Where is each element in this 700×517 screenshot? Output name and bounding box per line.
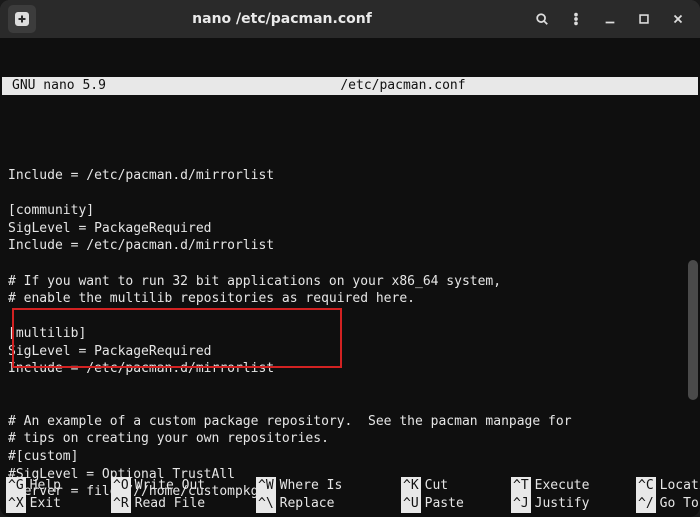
shortcut-readfile: ^RRead File [111, 495, 256, 513]
scrollbar-thumb[interactable] [688, 260, 698, 400]
file-line: [multilib] [8, 326, 86, 341]
window: nano /etc/pacman.conf GNU nano 5.9 /etc/… [0, 0, 700, 517]
minimize-button[interactable] [596, 5, 624, 33]
titlebar: nano /etc/pacman.conf [0, 0, 700, 38]
plus-tab-icon [14, 11, 30, 27]
file-line: # tips on creating your own repositories… [8, 431, 329, 446]
maximize-icon [637, 12, 651, 26]
scrollbar[interactable] [688, 80, 698, 513]
menu-button[interactable] [562, 5, 590, 33]
shortcut-exit: ^XExit [6, 495, 111, 513]
search-button[interactable] [528, 5, 556, 33]
file-line: # If you want to run 32 bit applications… [8, 274, 501, 289]
close-button[interactable] [664, 5, 692, 33]
close-icon [671, 12, 685, 26]
file-line: [community] [8, 203, 94, 218]
file-line: SigLevel = PackageRequired [8, 221, 212, 236]
shortcut-execute: ^TExecute [511, 477, 636, 495]
window-title: nano /etc/pacman.conf [44, 11, 520, 27]
editor-body[interactable]: Include = /etc/pacman.d/mirrorlist [comm… [8, 150, 694, 517]
shortcut-help: ^GHelp [6, 477, 111, 495]
file-line: #[custom] [8, 449, 78, 464]
shortcut-justify: ^JJustify [511, 495, 636, 513]
minimize-icon [603, 12, 617, 26]
new-tab-button[interactable] [8, 5, 36, 33]
file-line: Include = /etc/pacman.d/mirrorlist [8, 238, 274, 253]
shortcut-bar: ^GHelp ^OWrite Out ^WWhere Is ^KCut ^TEx… [6, 477, 694, 513]
shortcut-replace: ^\Replace [256, 495, 401, 513]
file-line: SigLevel = PackageRequired [8, 344, 212, 359]
nano-open-file: /etc/pacman.conf [112, 77, 694, 95]
file-line: # enable the multilib repositories as re… [8, 291, 415, 306]
file-line: Include = /etc/pacman.d/mirrorlist [8, 168, 274, 183]
shortcut-cut: ^KCut [401, 477, 511, 495]
file-line: # An example of a custom package reposit… [8, 414, 572, 429]
maximize-button[interactable] [630, 5, 658, 33]
nano-header: GNU nano 5.9 /etc/pacman.conf [2, 77, 698, 95]
shortcut-writeout: ^OWrite Out [111, 477, 256, 495]
kebab-icon [569, 12, 583, 26]
shortcut-whereis: ^WWhere Is [256, 477, 401, 495]
terminal-area[interactable]: GNU nano 5.9 /etc/pacman.conf Include = … [0, 38, 700, 517]
shortcut-paste: ^UPaste [401, 495, 511, 513]
file-line: Include = /etc/pacman.d/mirrorlist [8, 361, 274, 376]
nano-app-version: GNU nano 5.9 [6, 77, 112, 95]
search-icon [535, 12, 549, 26]
